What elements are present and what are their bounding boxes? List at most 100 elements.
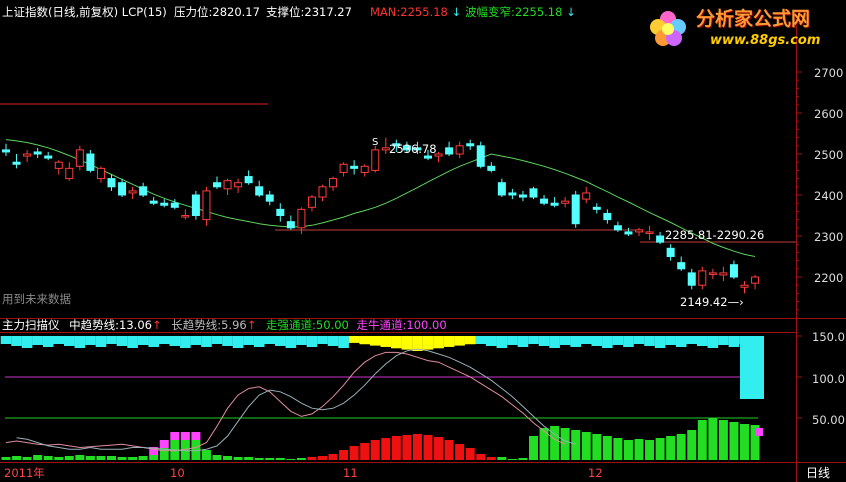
cyan-band-bar: [317, 336, 328, 344]
cyan-band-bar: [580, 336, 592, 344]
yellow-band-bar: [422, 336, 434, 350]
support-label: 支撑位:: [266, 5, 305, 19]
cyan-band-bar: [232, 336, 244, 348]
candle: [666, 244, 675, 261]
cyan-band-bar: [707, 336, 719, 348]
man-arrow-icon: ↓: [451, 5, 462, 19]
resistance-value: 2820.17: [212, 5, 260, 19]
candle: [677, 256, 686, 271]
indicator-bar: [54, 457, 64, 460]
month-label: 11: [343, 466, 358, 480]
candle: [645, 225, 654, 241]
yellow-band-bar: [359, 336, 370, 345]
site-logo[interactable]: 分析家公式网 www.88gs.com: [640, 2, 840, 52]
cyan-band-bar: [42, 336, 54, 347]
candle: [65, 162, 74, 181]
long-trend-value: 5.96: [221, 318, 247, 332]
support-info: 支撑位:2317.27: [266, 5, 352, 19]
long-trend-up-icon: ↑: [246, 318, 257, 332]
candle: [255, 180, 264, 198]
indicator-cap: [180, 432, 190, 440]
indicator-cap: [191, 432, 201, 440]
cyan-band-bar: [507, 336, 518, 345]
candle: [487, 162, 496, 173]
indicator-bar: [254, 458, 264, 460]
candle: [561, 197, 570, 208]
indicator-cap: [170, 432, 180, 440]
man-value: 2255.18: [400, 5, 448, 19]
period-button[interactable]: 日线: [806, 466, 830, 480]
yellow-band-bar: [443, 336, 455, 347]
indicator-bar: [412, 434, 422, 460]
candle: [118, 178, 127, 198]
candle: [582, 186, 591, 204]
indicator-bar: [349, 446, 359, 460]
candle: [550, 197, 559, 208]
indicator-bar: [318, 456, 327, 460]
wave-value: 2255.18: [514, 5, 563, 19]
indicator-bar: [138, 456, 148, 460]
resistance-info: 压力位:2820.17: [174, 5, 260, 19]
candle: [160, 199, 169, 208]
cyan-band-bar: [538, 336, 550, 346]
cyan-band-bar: [169, 336, 181, 346]
future-data-watermark: 用到未来数据: [2, 292, 71, 306]
candle: [139, 182, 148, 198]
wave-label: 波幅变窄:: [465, 5, 515, 19]
cyan-band-bar: [64, 336, 75, 346]
indicator-bar: [539, 428, 549, 460]
month-label: 10: [170, 466, 185, 480]
cyan-band-bar: [327, 336, 339, 346]
cyan-band-bar: [559, 336, 571, 345]
candle: [318, 184, 327, 202]
wave-info: 波幅变窄:2255.18 ↓: [465, 5, 576, 19]
candle: [592, 203, 601, 214]
candle: [476, 141, 485, 169]
indicator-bar: [360, 443, 370, 460]
indicator-bar: [718, 420, 728, 460]
indicator-bar: [592, 434, 602, 460]
indicator-bar: [370, 440, 380, 460]
candle: [687, 268, 696, 290]
candle: [571, 190, 580, 228]
candle: [540, 195, 549, 206]
cyan-band-bar: [644, 336, 655, 346]
indicator-bar: [623, 440, 633, 460]
cyan-band-bar: [338, 336, 349, 348]
candle: [149, 197, 158, 206]
indicator-bar: [1, 457, 11, 460]
indicator-bar: [286, 459, 296, 460]
indicator-bar: [339, 450, 349, 460]
indicator-bar: [391, 436, 401, 460]
candle: [286, 215, 295, 230]
mid-trend-value: 13.06: [119, 318, 152, 332]
indicator-bar: [708, 418, 718, 460]
channel-label: 2285.81-2290.26: [665, 228, 765, 242]
candle: [635, 227, 643, 236]
ma-line: [5, 139, 756, 257]
candle: [213, 176, 221, 189]
strong-channel-label: 走强通道:: [266, 318, 316, 332]
indicator-bar: [423, 435, 433, 460]
candle: [751, 274, 760, 290]
candle: [360, 164, 369, 177]
cyan-band-bar: [517, 336, 529, 347]
price-tick: 2500: [814, 148, 844, 162]
indicator-tick: 50.00: [812, 413, 845, 427]
price-tick: 2600: [814, 107, 844, 121]
indicator-bar: [328, 454, 338, 460]
yellow-band-bar: [454, 336, 465, 346]
cyan-band-bar: [222, 336, 233, 346]
cyan-band-bar: [475, 336, 487, 344]
indicator-bar: [22, 457, 32, 460]
indicator-bar: [687, 430, 697, 460]
candle: [181, 209, 190, 220]
cyan-band-bar: [21, 336, 33, 348]
candle: [350, 160, 359, 175]
candle: [23, 149, 32, 163]
candle: [518, 190, 527, 202]
cyan-band-bar: [137, 336, 149, 345]
cyan-band-bar: [32, 336, 43, 345]
candle: [508, 188, 517, 200]
support-value: 2317.27: [304, 5, 352, 19]
